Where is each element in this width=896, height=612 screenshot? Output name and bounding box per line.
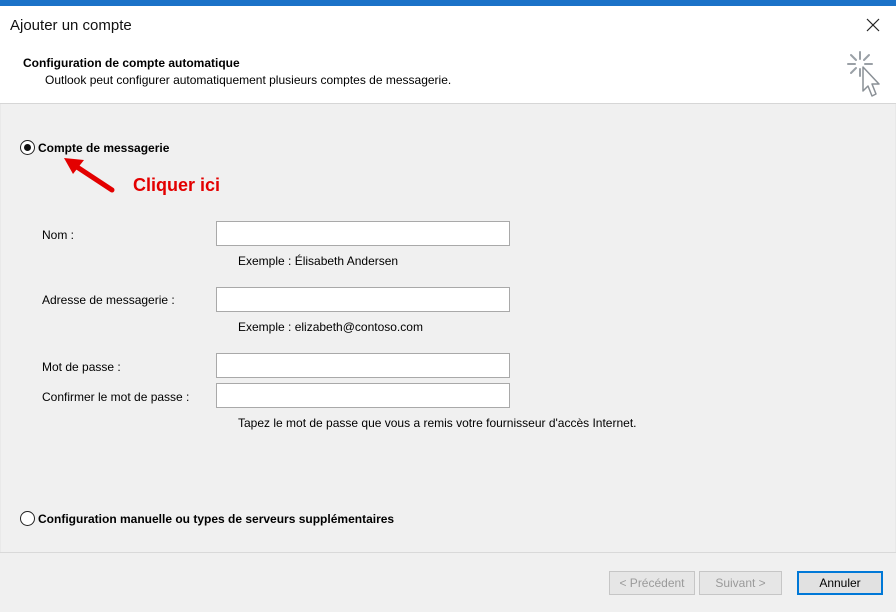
confirm-password-label: Confirmer le mot de passe :: [42, 390, 190, 404]
email-account-label: Compte de messagerie: [38, 140, 170, 155]
header-title: Configuration de compte automatique: [23, 56, 240, 70]
wizard-header: Configuration de compte automatique Outl…: [0, 43, 896, 104]
red-arrow-icon: [64, 158, 115, 193]
radio-selected-icon: [20, 140, 35, 155]
email-hint: Exemple : elizabeth@contoso.com: [238, 320, 423, 334]
password-input[interactable]: [216, 353, 510, 378]
email-input[interactable]: [216, 287, 510, 312]
password-hint: Tapez le mot de passe que vous a remis v…: [238, 416, 637, 430]
manual-config-radio[interactable]: Configuration manuelle ou types de serve…: [20, 511, 394, 526]
radio-unselected-icon: [20, 511, 35, 526]
name-label: Nom :: [42, 228, 75, 242]
next-button[interactable]: Suivant >: [699, 571, 782, 595]
confirm-password-input[interactable]: [216, 383, 510, 408]
name-input[interactable]: [216, 221, 510, 246]
password-label: Mot de passe :: [42, 360, 121, 374]
title-bar: Ajouter un compte: [0, 6, 896, 43]
click-here-annotation: Cliquer ici: [133, 175, 221, 195]
wizard-body: [0, 104, 896, 552]
manual-config-label: Configuration manuelle ou types de serve…: [38, 511, 395, 526]
close-icon: [866, 18, 880, 32]
window-title: Ajouter un compte: [10, 17, 132, 34]
name-hint: Exemple : Élisabeth Andersen: [238, 254, 399, 268]
wizard-cursor-icon: [847, 51, 880, 97]
email-account-radio[interactable]: Compte de messagerie: [20, 140, 169, 155]
email-label: Adresse de messagerie :: [42, 293, 175, 307]
close-button[interactable]: [850, 6, 896, 43]
previous-button[interactable]: < Précédent: [609, 571, 695, 595]
header-description: Outlook peut configurer automatiquement …: [45, 73, 452, 87]
cancel-button[interactable]: Annuler: [797, 571, 883, 595]
